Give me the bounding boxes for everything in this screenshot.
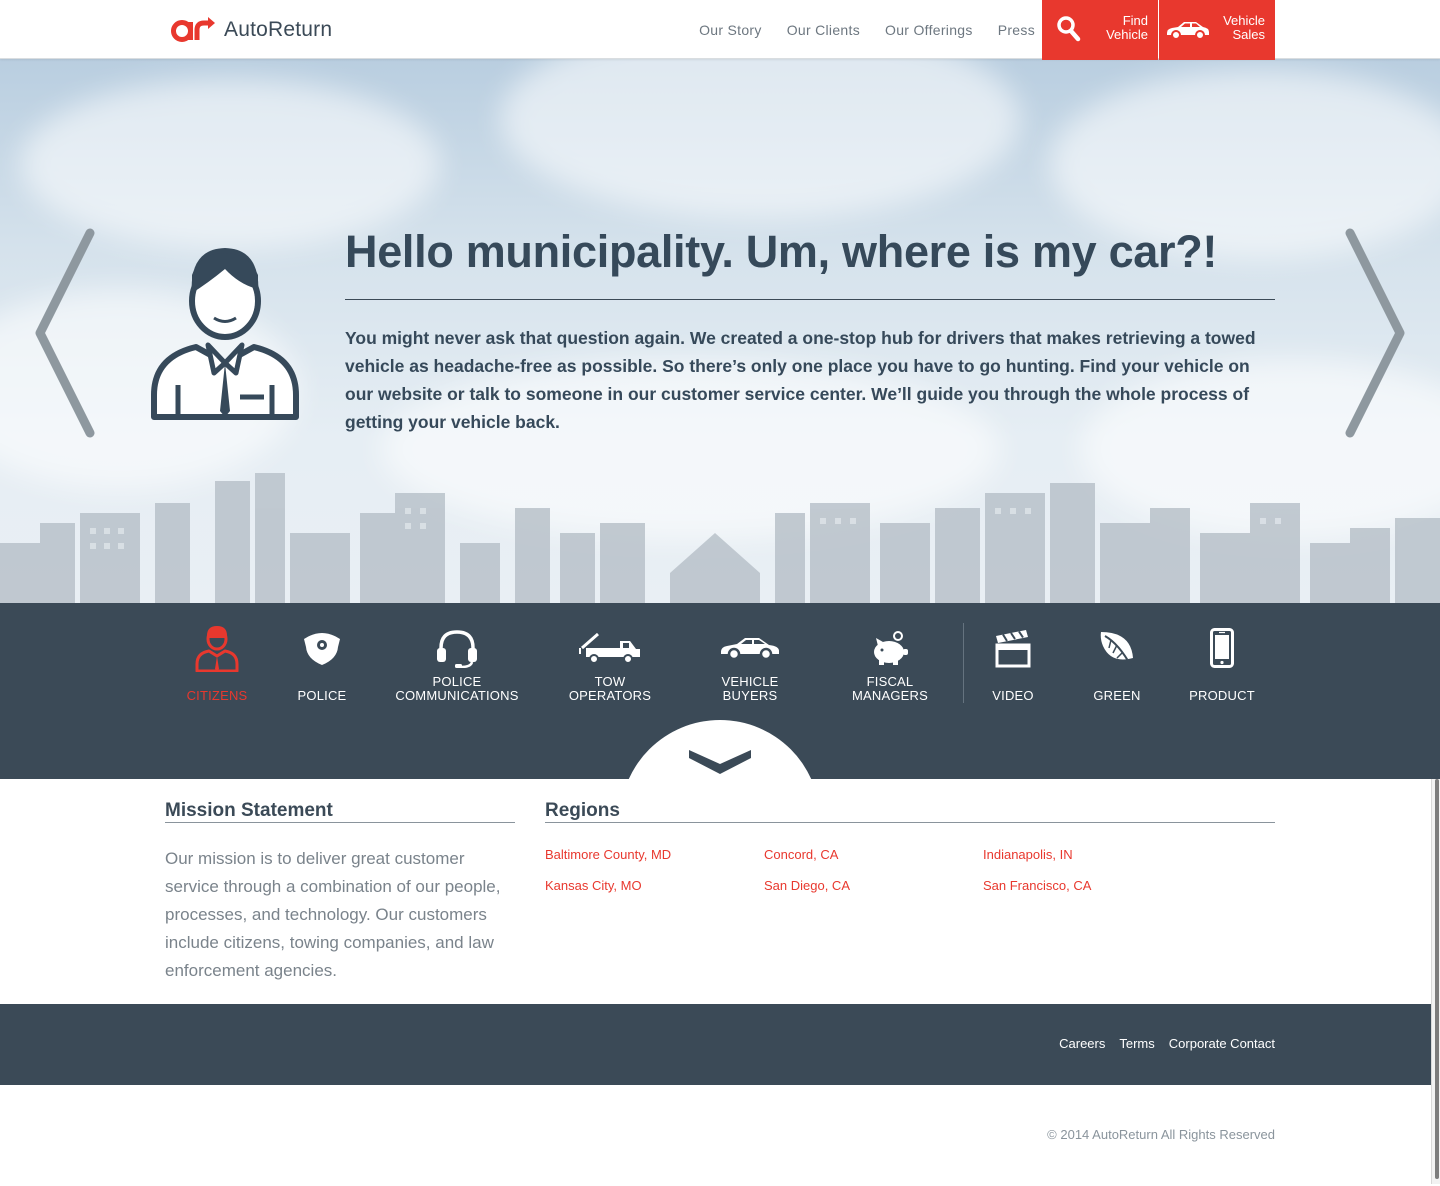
leaf-icon bbox=[1100, 632, 1133, 667]
category-citizens[interactable]: CITIZENS bbox=[172, 623, 262, 703]
footer-link-corporate-contact[interactable]: Corporate Contact bbox=[1169, 1036, 1275, 1051]
category-product[interactable]: PRODUCT bbox=[1177, 623, 1267, 703]
regions-divider bbox=[545, 822, 1275, 823]
autoreturn-logo-icon bbox=[171, 17, 215, 42]
search-icon bbox=[1057, 16, 1081, 42]
tow-truck-icon bbox=[579, 632, 640, 664]
logo[interactable]: AutoReturn bbox=[170, 16, 332, 44]
region-link[interactable]: San Francisco, CA bbox=[983, 878, 1091, 893]
headset-icon bbox=[437, 630, 477, 668]
clapperboard-icon bbox=[995, 630, 1031, 668]
region-link[interactable]: Indianapolis, IN bbox=[983, 847, 1073, 862]
prev-slide-arrow-icon[interactable] bbox=[32, 227, 96, 439]
find-vehicle-button[interactable]: Find Vehicle bbox=[1042, 0, 1158, 60]
category-label-line2: BUYERS bbox=[722, 688, 778, 703]
hero-title: Hello municipality. Um, where is my car?… bbox=[345, 226, 1218, 277]
scrollbar-thumb[interactable] bbox=[1435, 779, 1439, 1179]
mission-text: Our mission is to deliver great customer… bbox=[165, 849, 501, 980]
category-label-line2: MANAGERS bbox=[851, 688, 928, 703]
category-label: GREEN bbox=[1093, 688, 1141, 703]
category-divider bbox=[963, 623, 964, 703]
nav-our-story[interactable]: Our Story bbox=[699, 22, 762, 38]
find-vehicle-line2: Vehicle bbox=[1106, 27, 1148, 42]
category-vehicle-buyers[interactable]: VEHICLE BUYERS bbox=[700, 623, 800, 703]
scrollbar[interactable] bbox=[1431, 779, 1440, 1184]
category-label-line1: POLICE bbox=[432, 674, 482, 689]
site-header: AutoReturn Our Story Our Clients Our Off… bbox=[0, 0, 1440, 60]
category-police-communications[interactable]: POLICE COMMUNICATIONS bbox=[392, 623, 522, 703]
category-label-line1: TOW bbox=[594, 674, 626, 689]
next-slide-arrow-icon[interactable] bbox=[1344, 227, 1408, 439]
city-skyline bbox=[0, 473, 1440, 603]
site-footer: Careers Terms Corporate Contact bbox=[0, 1004, 1440, 1085]
footer-link-careers[interactable]: Careers bbox=[1059, 1036, 1105, 1051]
police-badge-icon bbox=[304, 633, 340, 665]
piggy-bank-icon bbox=[874, 631, 908, 665]
region-link[interactable]: Concord, CA bbox=[764, 847, 838, 862]
category-label: VIDEO bbox=[992, 688, 1034, 703]
person-avatar-icon bbox=[151, 248, 299, 420]
category-label-line1: FISCAL bbox=[866, 674, 914, 689]
hero-divider bbox=[345, 299, 1275, 300]
category-label: CITIZENS bbox=[186, 688, 248, 703]
region-link[interactable]: Kansas City, MO bbox=[545, 878, 642, 893]
region-link[interactable]: San Diego, CA bbox=[764, 878, 850, 893]
category-fiscal-managers[interactable]: FISCAL MANAGERS bbox=[840, 623, 940, 703]
vehicle-sales-line1: Vehicle bbox=[1223, 13, 1265, 28]
citizen-icon bbox=[195, 626, 239, 672]
find-vehicle-line1: Find bbox=[1122, 13, 1148, 28]
category-police[interactable]: POLICE bbox=[277, 623, 367, 703]
regions-title: Regions bbox=[545, 800, 620, 821]
main-nav: Our Story Our Clients Our Offerings Pres… bbox=[699, 0, 1035, 59]
region-link[interactable]: Baltimore County, MD bbox=[545, 847, 671, 862]
car-icon bbox=[721, 638, 779, 660]
category-bar: CITIZENS POLICE POLICE COMMUNICATIONS TO… bbox=[0, 603, 1440, 779]
car-icon bbox=[1167, 22, 1209, 40]
footer-links: Careers Terms Corporate Contact bbox=[1059, 1036, 1275, 1051]
category-label: PRODUCT bbox=[1189, 688, 1255, 703]
hero-body: You might never ask that question again.… bbox=[345, 328, 1256, 432]
category-green[interactable]: GREEN bbox=[1072, 623, 1162, 703]
category-video[interactable]: VIDEO bbox=[968, 623, 1058, 703]
copyright-text: © 2014 AutoReturn All Rights Reserved bbox=[1047, 1127, 1275, 1142]
nav-our-offerings[interactable]: Our Offerings bbox=[885, 22, 973, 38]
category-label-line2: OPERATORS bbox=[568, 688, 652, 703]
mission-title: Mission Statement bbox=[165, 800, 333, 821]
category-label-line1: VEHICLE bbox=[721, 674, 779, 689]
vehicle-sales-button[interactable]: Vehicle Sales bbox=[1159, 0, 1275, 60]
chevron-down-icon[interactable] bbox=[686, 747, 754, 777]
vehicle-sales-line2: Sales bbox=[1232, 27, 1265, 42]
phone-icon bbox=[1210, 628, 1234, 668]
nav-press[interactable]: Press bbox=[998, 22, 1035, 38]
mission-divider bbox=[165, 822, 515, 823]
hero-section: Hello municipality. Um, where is my car?… bbox=[0, 59, 1440, 603]
category-label-line2: COMMUNICATIONS bbox=[395, 688, 519, 703]
category-tow-operators[interactable]: TOW OPERATORS bbox=[560, 623, 660, 703]
logo-text: AutoReturn bbox=[224, 18, 333, 41]
footer-link-terms[interactable]: Terms bbox=[1119, 1036, 1154, 1051]
nav-our-clients[interactable]: Our Clients bbox=[787, 22, 860, 38]
category-label: POLICE bbox=[297, 688, 347, 703]
